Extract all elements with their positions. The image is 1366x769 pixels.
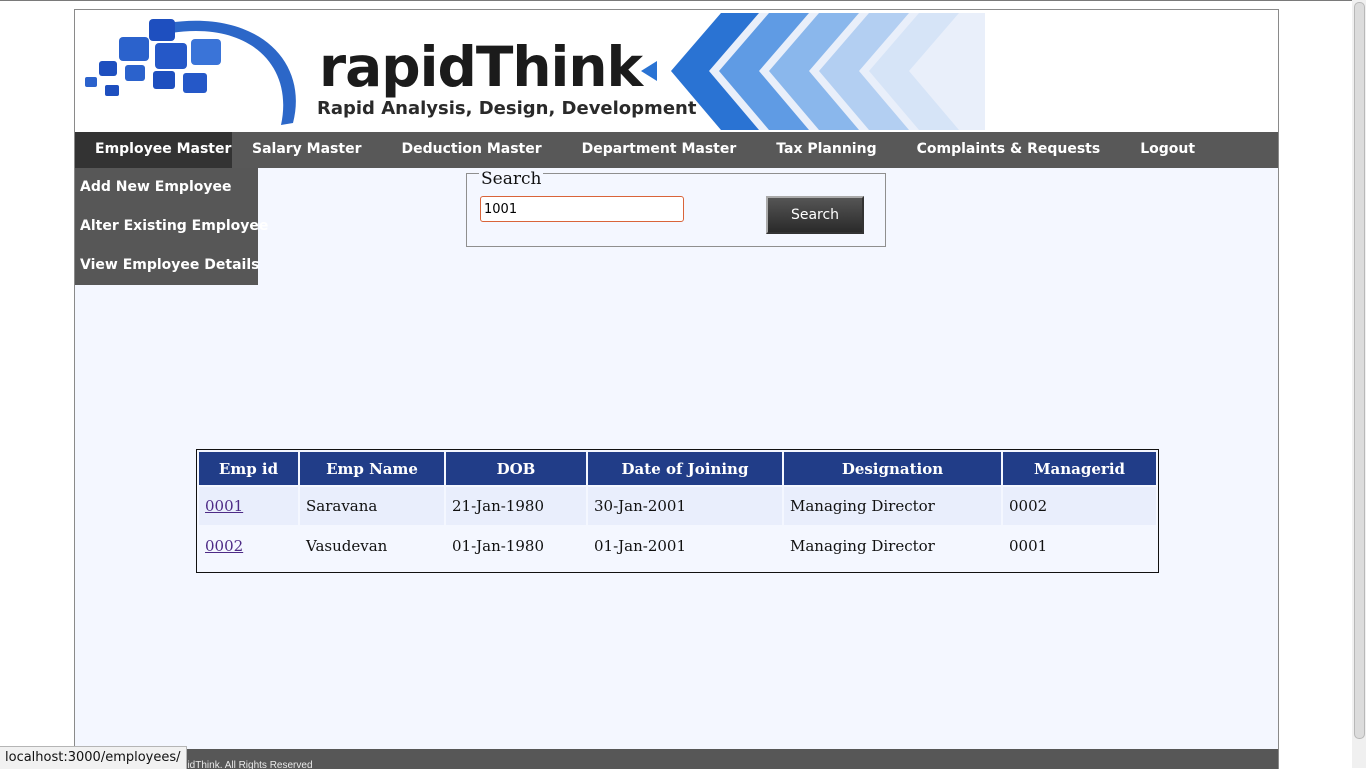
emp-id-link[interactable]: 0001 [205,497,243,515]
emp-id-link[interactable]: 0002 [205,537,243,555]
nav-department-master[interactable]: Department Master [562,132,757,168]
footer: rapidThink. All Rights Reserved [75,749,1278,769]
table-header-row: Emp id Emp Name DOB Date of Joining Desi… [199,452,1156,485]
nav-logout[interactable]: Logout [1120,132,1215,168]
employee-submenu: Add New Employee Alter Existing Employee… [75,168,268,285]
cell-managerid: 0001 [1003,527,1156,565]
search-fieldset: Search Search [466,169,886,247]
header-date-of-joining: Date of Joining [588,452,782,485]
cell-dob: 01-Jan-1980 [446,527,586,565]
header-emp-id: Emp id [199,452,298,485]
cell-date-of-joining: 01-Jan-2001 [588,527,782,565]
page-container: rapidThink Rapid Analysis, Design, Devel… [74,9,1279,769]
cell-emp-name: Saravana [300,487,444,525]
nav-employee-master[interactable]: Employee Master [75,132,232,168]
logo: rapidThink Rapid Analysis, Design, Devel… [79,13,985,130]
submenu-add-new-employee[interactable]: Add New Employee [75,168,258,207]
scrollbar-thumb[interactable] [1354,2,1365,739]
vertical-scrollbar[interactable] [1352,0,1366,768]
search-legend: Search [479,169,544,189]
cell-date-of-joining: 30-Jan-2001 [588,487,782,525]
header: rapidThink Rapid Analysis, Design, Devel… [75,10,1278,132]
cell-emp-id: 0002 [199,527,298,565]
submenu-alter-existing-employee[interactable]: Alter Existing Employee [75,207,268,246]
nav-complaints-requests[interactable]: Complaints & Requests [897,132,1121,168]
cell-designation: Managing Director [784,527,1001,565]
nav-deduction-master[interactable]: Deduction Master [381,132,561,168]
brand-tagline: Rapid Analysis, Design, Development [317,98,697,119]
window-top-border [0,0,1366,1]
main-nav: Employee Master Salary Master Deduction … [75,132,1278,168]
search-input[interactable] [480,196,684,222]
nav-salary-master[interactable]: Salary Master [232,132,381,168]
table-row: 0002 Vasudevan 01-Jan-1980 01-Jan-2001 M… [199,527,1156,565]
header-dob: DOB [446,452,586,485]
cell-designation: Managing Director [784,487,1001,525]
cell-dob: 21-Jan-1980 [446,487,586,525]
cell-emp-id: 0001 [199,487,298,525]
brand-name: rapidThink [319,35,643,99]
search-button[interactable]: Search [766,196,864,234]
table-row: 0001 Saravana 21-Jan-1980 30-Jan-2001 Ma… [199,487,1156,525]
cell-emp-name: Vasudevan [300,527,444,565]
header-emp-name: Emp Name [300,452,444,485]
header-designation: Designation [784,452,1001,485]
status-bar-url: localhost:3000/employees/ [0,746,187,769]
header-managerid: Managerid [1003,452,1156,485]
cell-managerid: 0002 [1003,487,1156,525]
nav-tax-planning[interactable]: Tax Planning [756,132,896,168]
employee-table: Emp id Emp Name DOB Date of Joining Desi… [196,449,1159,573]
submenu-view-employee-details[interactable]: View Employee Details [75,246,259,285]
